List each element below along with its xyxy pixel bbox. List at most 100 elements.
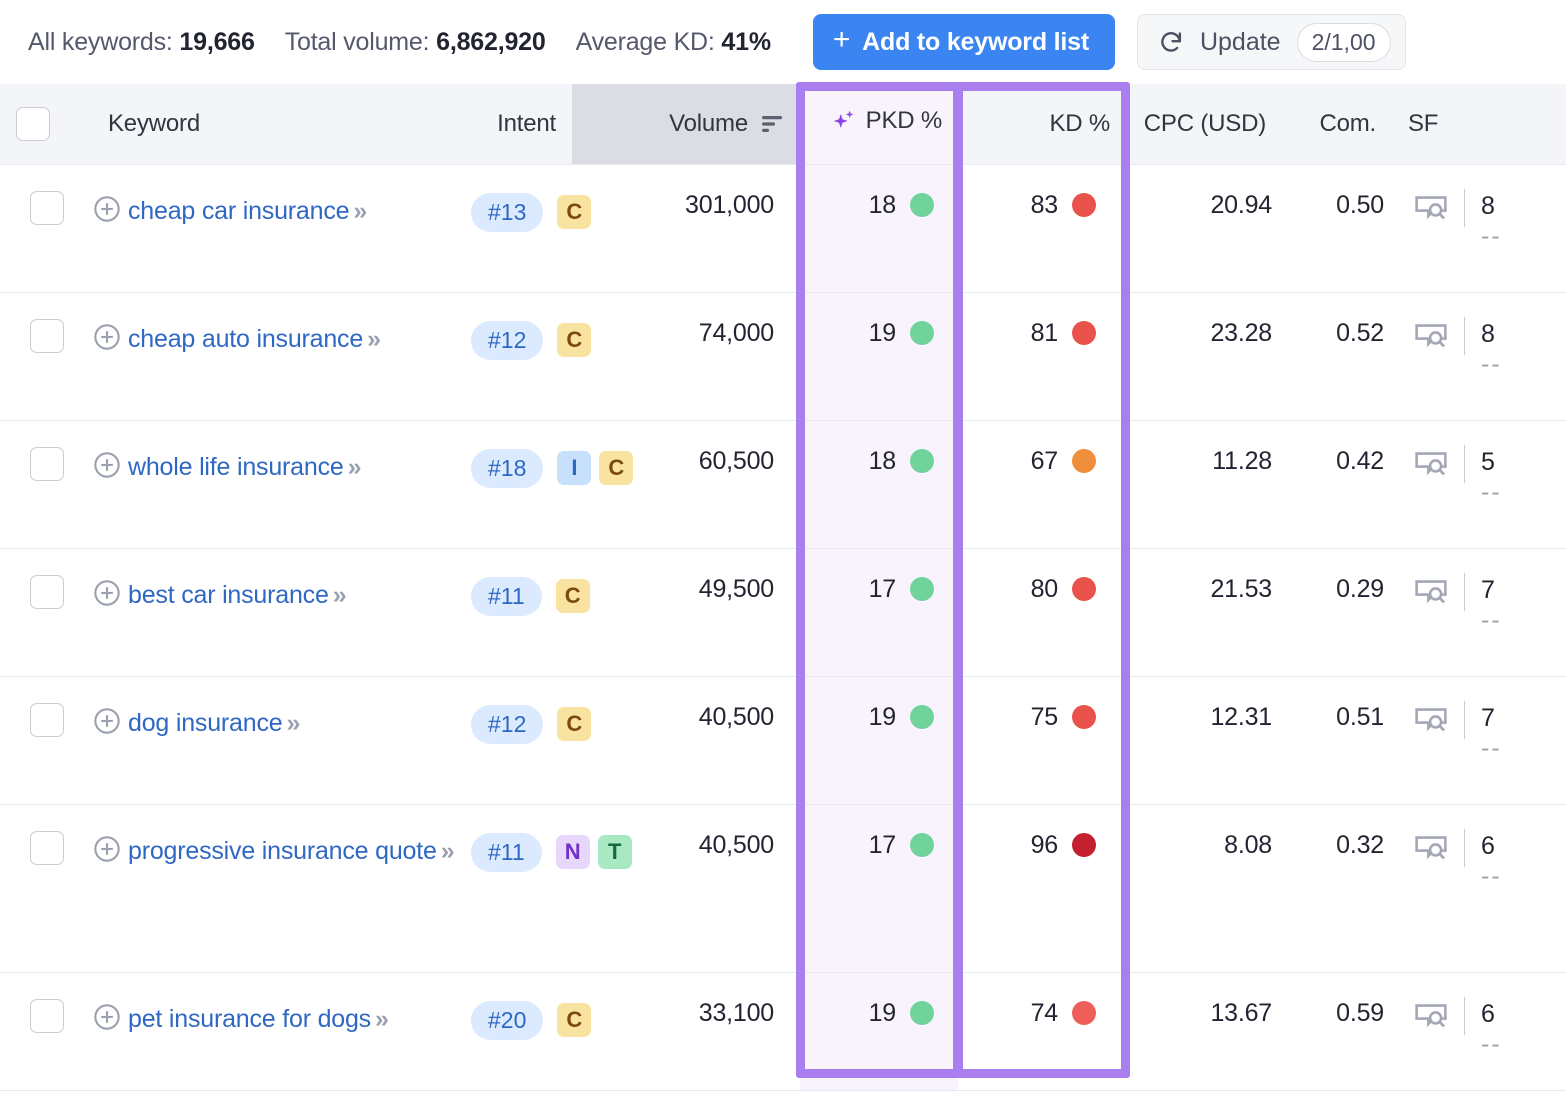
- intent-cell: #11 C: [470, 548, 590, 677]
- pkd-value: 17: [868, 574, 897, 603]
- stat-total-volume-label: Total volume:: [284, 27, 430, 56]
- keyword-cell: cheap car insurance»: [92, 164, 470, 293]
- header-sf[interactable]: SF: [1392, 84, 1566, 165]
- row-select-cell: [0, 164, 92, 293]
- header-com[interactable]: Com.: [1282, 84, 1392, 165]
- cpc-cell: 8.08: [1126, 804, 1282, 973]
- keyword-link[interactable]: dog insurance: [128, 709, 283, 737]
- position-badge: #11: [471, 576, 542, 616]
- sf-cell: 6 --: [1392, 804, 1566, 973]
- sf-divider: [1464, 996, 1465, 1035]
- sf-cell: 7 --: [1392, 676, 1566, 805]
- add-keyword-icon[interactable]: [93, 451, 128, 481]
- sf-secondary-value: --: [1481, 861, 1502, 890]
- select-all-checkbox[interactable]: [16, 106, 50, 141]
- sparkle-icon: [831, 108, 857, 134]
- add-keyword-icon[interactable]: [93, 195, 128, 225]
- serp-features-icon[interactable]: [1414, 319, 1448, 351]
- header-intent[interactable]: Intent: [470, 84, 572, 165]
- kd-status-dot: [1072, 705, 1096, 729]
- row-checkbox[interactable]: [30, 830, 64, 865]
- table-row[interactable]: whole life insurance» #18 IC 60,500 18 6…: [0, 420, 1566, 549]
- intent-badge-C[interactable]: C: [557, 322, 592, 357]
- add-keyword-icon[interactable]: [93, 323, 128, 353]
- refresh-icon: [1158, 29, 1184, 55]
- keyword-link[interactable]: cheap car insurance: [128, 197, 350, 225]
- header-kd[interactable]: KD %: [958, 84, 1126, 165]
- keyword-expand-icon[interactable]: »: [353, 197, 367, 225]
- serp-features-icon[interactable]: [1414, 999, 1448, 1031]
- pkd-value: 19: [868, 702, 897, 731]
- header-cpc[interactable]: CPC (USD): [1126, 84, 1282, 165]
- keyword-cell: progressive insurance quote»: [92, 804, 470, 973]
- keyword-expand-icon[interactable]: »: [375, 1005, 389, 1033]
- table-row[interactable]: cheap auto insurance» #12 C 74,000 19 81…: [0, 292, 1566, 421]
- row-checkbox[interactable]: [30, 998, 64, 1033]
- intent-badge-C[interactable]: C: [557, 194, 592, 229]
- intent-cell: #20 C: [470, 972, 592, 1091]
- pkd-value: 19: [868, 318, 897, 347]
- keyword-link[interactable]: best car insurance: [128, 581, 329, 609]
- serp-features-icon[interactable]: [1414, 191, 1448, 223]
- intent-badge-I[interactable]: I: [557, 450, 592, 485]
- sf-secondary-value: --: [1481, 733, 1502, 762]
- add-keyword-icon[interactable]: [93, 707, 128, 737]
- keyword-link[interactable]: progressive insurance quote: [128, 837, 437, 865]
- add-to-keyword-list-label: Add to keyword list: [862, 27, 1089, 56]
- keyword-expand-icon[interactable]: »: [348, 453, 362, 481]
- intent-badge-N[interactable]: N: [555, 834, 590, 869]
- serp-features-icon[interactable]: [1414, 703, 1448, 735]
- row-checkbox[interactable]: [30, 446, 64, 481]
- add-keyword-icon[interactable]: [93, 1003, 128, 1033]
- intent-badge-C[interactable]: C: [557, 706, 592, 741]
- keyword-expand-icon[interactable]: »: [286, 709, 300, 737]
- add-keyword-icon[interactable]: [93, 835, 128, 865]
- position-badge: #20: [471, 1000, 544, 1040]
- keyword-link[interactable]: cheap auto insurance: [128, 325, 363, 353]
- update-button[interactable]: Update 2/1,00: [1136, 14, 1406, 70]
- table-row[interactable]: pet insurance for dogs» #20 C 33,100 19 …: [0, 972, 1566, 1091]
- keyword-expand-icon[interactable]: »: [367, 325, 381, 353]
- competition-cell: 0.32: [1282, 804, 1392, 973]
- kd-value: 67: [1030, 446, 1059, 475]
- sf-primary-value: 5: [1481, 447, 1495, 476]
- intent-badge-T[interactable]: T: [597, 834, 632, 869]
- sf-divider: [1464, 572, 1465, 611]
- competition-cell: 0.59: [1282, 972, 1392, 1091]
- kd-cell: 80: [958, 548, 1126, 677]
- table-row[interactable]: progressive insurance quote» #11 NT 40,5…: [0, 804, 1566, 973]
- kd-cell: 83: [958, 164, 1126, 293]
- stat-all-keywords: All keywords: 19,666: [28, 28, 255, 57]
- header-keyword[interactable]: Keyword: [92, 84, 470, 165]
- keyword-expand-icon[interactable]: »: [333, 581, 347, 609]
- pkd-value: 18: [868, 446, 897, 475]
- keyword-link[interactable]: pet insurance for dogs: [128, 1005, 371, 1033]
- header-pkd[interactable]: PKD %: [800, 84, 958, 165]
- serp-features-icon[interactable]: [1414, 447, 1448, 479]
- add-to-keyword-list-button[interactable]: + Add to keyword list: [812, 14, 1115, 70]
- row-checkbox[interactable]: [30, 318, 64, 353]
- keyword-cell: best car insurance»: [92, 548, 470, 677]
- competition-cell: 0.50: [1282, 164, 1392, 293]
- intent-cell: #18 IC: [470, 420, 634, 549]
- pkd-cell: 18: [800, 164, 958, 293]
- add-keyword-icon[interactable]: [93, 579, 128, 609]
- table-row[interactable]: dog insurance» #12 C 40,500 19 75 12.31 …: [0, 676, 1566, 805]
- header-volume[interactable]: Volume: [572, 84, 800, 165]
- kd-cell: 96: [958, 804, 1126, 973]
- intent-badge-C[interactable]: C: [599, 450, 634, 485]
- table-row[interactable]: cheap car insurance» #13 C 301,000 18 83…: [0, 164, 1566, 293]
- sf-primary-value: 8: [1481, 319, 1495, 348]
- intent-badge-C[interactable]: C: [557, 1002, 592, 1037]
- row-checkbox[interactable]: [30, 190, 64, 225]
- keywords-table-header: Keyword Intent Volume PKD % KD % CPC (US…: [0, 84, 1566, 165]
- row-checkbox[interactable]: [30, 702, 64, 737]
- keyword-expand-icon[interactable]: »: [441, 837, 455, 865]
- cpc-cell: 11.28: [1126, 420, 1282, 549]
- table-row[interactable]: best car insurance» #11 C 49,500 17 80 2…: [0, 548, 1566, 677]
- row-checkbox[interactable]: [30, 574, 64, 609]
- intent-badge-C[interactable]: C: [555, 578, 590, 613]
- serp-features-icon[interactable]: [1414, 831, 1448, 863]
- keyword-link[interactable]: whole life insurance: [128, 453, 344, 481]
- serp-features-icon[interactable]: [1414, 575, 1448, 607]
